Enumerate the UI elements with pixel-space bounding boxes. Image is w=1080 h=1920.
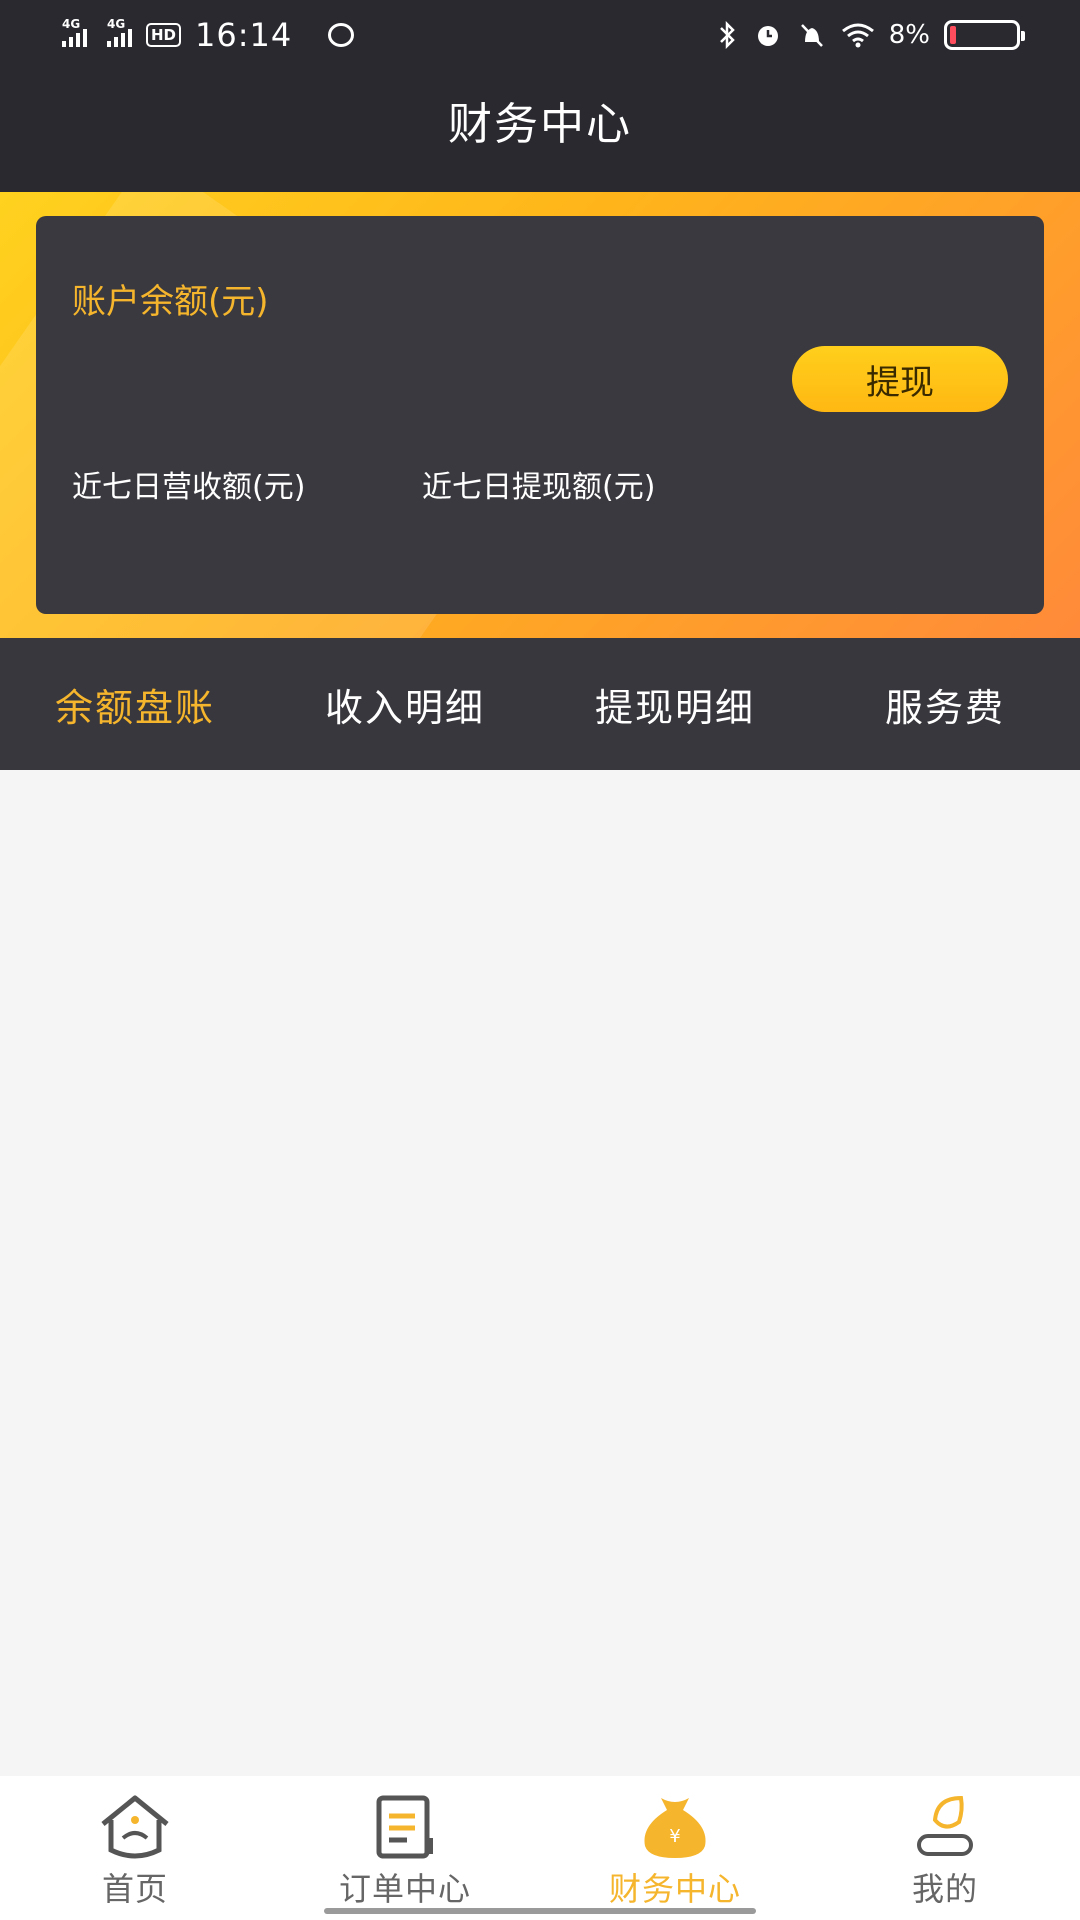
- tab-service-fee[interactable]: 服务费: [810, 638, 1080, 770]
- balance-hero: 账户余额(元) 提现 近七日营收额(元) 近七日提现额(元): [0, 192, 1080, 638]
- tab-balance-reconcile[interactable]: 余额盘账: [0, 638, 270, 770]
- nav-label-finance: 财务中心: [608, 1870, 741, 1908]
- status-right: 8%: [717, 20, 1025, 50]
- status-left: 4G 4G HD 16:14: [62, 16, 355, 54]
- page-title: 财务中心: [448, 99, 632, 150]
- tab-withdraw-detail[interactable]: 提现明细: [540, 638, 810, 770]
- home-icon: [101, 1795, 169, 1859]
- withdraw-button[interactable]: 提现: [792, 346, 1008, 412]
- home-indicator: [324, 1908, 756, 1914]
- battery-percent: 8%: [888, 20, 930, 50]
- order-icon: [376, 1795, 433, 1859]
- tab-income-detail[interactable]: 收入明细: [270, 638, 540, 770]
- nav-item-finance[interactable]: ¥ 财务中心: [540, 1776, 810, 1920]
- money-bag-icon: ¥: [644, 1798, 706, 1858]
- nav-label-home: 首页: [101, 1870, 168, 1908]
- income-7day-label: 近七日营收额(元): [72, 470, 306, 505]
- bottom-nav: 首页 订单中心 ¥ 财务中心 我的: [0, 1776, 1080, 1920]
- hd-badge: HD: [146, 23, 182, 47]
- finance-tabs: 余额盘账 收入明细 提现明细 服务费: [0, 638, 1080, 770]
- mute-bell-icon: [800, 24, 823, 47]
- balance-label: 账户余额(元): [72, 282, 269, 322]
- nav-item-home[interactable]: 首页: [0, 1776, 270, 1920]
- content-area: [0, 770, 1080, 1776]
- profile-icon: [917, 1795, 973, 1856]
- svg-text:¥: ¥: [669, 1826, 680, 1847]
- balance-card: 账户余额(元) 提现 近七日营收额(元) 近七日提现额(元): [36, 216, 1044, 614]
- top-bar: 4G 4G HD 16:14 8% 财务中心: [0, 0, 1080, 192]
- network-type-1: 4G: [62, 17, 81, 31]
- status-bar: 4G 4G HD 16:14 8%: [0, 0, 1080, 70]
- nav-label-orders: 订单中心: [338, 1870, 471, 1908]
- bluetooth-icon: [719, 21, 735, 49]
- battery-icon: [944, 20, 1025, 50]
- status-time: 16:14: [195, 16, 293, 54]
- weibo-icon: [328, 23, 355, 47]
- nav-item-profile[interactable]: 我的: [810, 1776, 1080, 1920]
- wifi-icon: [841, 23, 874, 48]
- alarm-icon: [757, 26, 778, 46]
- nav-item-orders[interactable]: 订单中心: [270, 1776, 540, 1920]
- nav-label-profile: 我的: [911, 1870, 978, 1908]
- withdraw-7day-label: 近七日提现额(元): [422, 470, 656, 505]
- network-type-2: 4G: [107, 17, 126, 31]
- signal-icon: 4G: [62, 17, 87, 47]
- signal-icon-2: 4G: [107, 17, 132, 47]
